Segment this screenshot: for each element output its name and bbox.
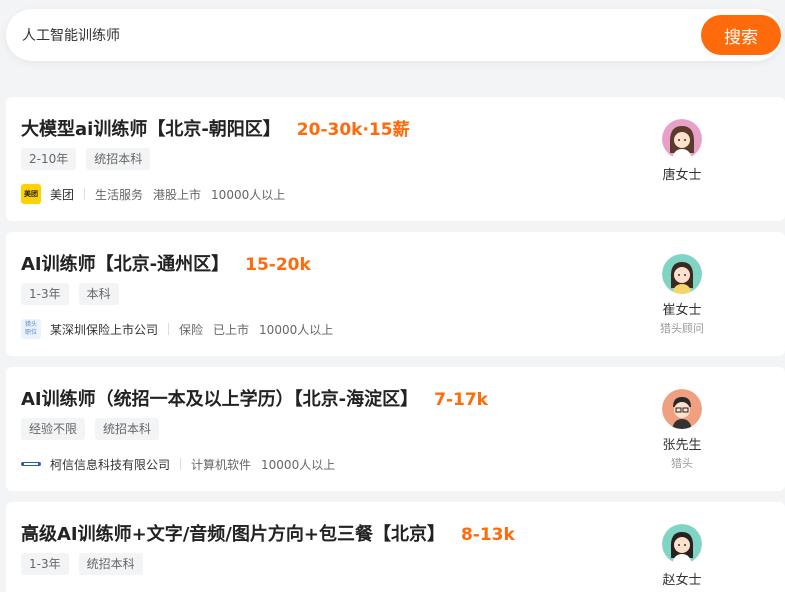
job-title[interactable]: AI训练师【北京-通州区】 xyxy=(21,250,229,276)
recruiter-name: 崔女士 xyxy=(662,303,702,318)
job-card[interactable]: AI训练师（统招一本及以上学历）【北京-海淀区】 7-17k 经验不限 统招本科… xyxy=(6,367,785,491)
company-stage: 港股上市 xyxy=(153,187,202,202)
search-input[interactable] xyxy=(22,23,622,47)
job-tag: 统招本科 xyxy=(95,418,160,440)
job-tag: 统招本科 xyxy=(78,553,143,575)
company-size: 10000人以上 xyxy=(259,322,334,337)
company-logo: 猎头 职位 xyxy=(21,319,41,339)
job-tag: 本科 xyxy=(78,283,119,305)
company-industry: 生活服务 xyxy=(95,187,144,202)
divider xyxy=(84,188,86,200)
job-tag: 经验不限 xyxy=(21,418,86,440)
recruiter[interactable]: 赵女士 xyxy=(656,524,708,588)
job-title[interactable]: 高级AI训练师+文字/音频/图片方向+包三餐【北京】 xyxy=(21,520,445,546)
company-size: 10000人以上 xyxy=(261,457,336,472)
search-bar: 搜索 xyxy=(6,9,782,61)
job-tag: 2-10年 xyxy=(21,148,77,170)
job-salary: 15-20k xyxy=(245,255,311,275)
job-salary: 7-17k xyxy=(434,390,488,410)
job-tag: 1-3年 xyxy=(21,283,69,305)
recruiter[interactable]: 崔女士 猎头顾问 xyxy=(656,254,708,336)
job-salary: 20-30k·15薪 xyxy=(296,120,410,140)
company-logo-icon xyxy=(21,462,41,466)
company-name[interactable]: 美团 xyxy=(50,186,74,203)
company-logo: 美团 xyxy=(21,184,41,204)
recruiter-name: 唐女士 xyxy=(662,168,702,183)
company-name[interactable]: 柯信信息科技有限公司 xyxy=(50,456,170,473)
job-card[interactable]: 高级AI训练师+文字/音频/图片方向+包三餐【北京】 8-13k 1-3年 统招… xyxy=(6,502,785,592)
job-salary: 8-13k xyxy=(460,525,515,545)
recruiter[interactable]: 张先生 猎头 xyxy=(656,389,708,471)
job-card[interactable]: 大模型ai训练师【北京-朝阳区】 20-30k·15薪 2-10年 统招本科 美… xyxy=(6,97,785,221)
recruiter-role: 猎头 xyxy=(671,457,693,470)
company-industry: 保险 xyxy=(179,322,204,337)
company-logo xyxy=(21,454,41,474)
job-title[interactable]: AI训练师（统招一本及以上学历）【北京-海淀区】 xyxy=(21,385,418,411)
company-stage: 已上市 xyxy=(213,322,250,337)
recruiter-name: 张先生 xyxy=(662,438,702,453)
job-tag: 统招本科 xyxy=(86,148,151,170)
job-tag: 1-3年 xyxy=(21,553,69,575)
company-size: 10000人以上 xyxy=(211,187,286,202)
search-button[interactable]: 搜索 xyxy=(701,15,781,55)
recruiter-avatar xyxy=(662,254,702,294)
recruiter-avatar xyxy=(662,524,702,564)
recruiter[interactable]: 唐女士 xyxy=(656,119,708,183)
job-title[interactable]: 大模型ai训练师【北京-朝阳区】 xyxy=(21,115,281,141)
divider xyxy=(180,458,182,470)
recruiter-avatar xyxy=(662,119,702,159)
recruiter-role: 猎头顾问 xyxy=(660,322,704,335)
recruiter-name: 赵女士 xyxy=(662,573,702,588)
company-industry: 计算机软件 xyxy=(191,457,252,472)
divider xyxy=(168,323,170,335)
recruiter-avatar xyxy=(662,389,702,429)
job-card[interactable]: AI训练师【北京-通州区】 15-20k 1-3年 本科 猎头 职位 某深圳保险… xyxy=(6,232,785,356)
search-section: 搜索 xyxy=(0,0,785,84)
company-name[interactable]: 某深圳保险上市公司 xyxy=(50,321,158,338)
